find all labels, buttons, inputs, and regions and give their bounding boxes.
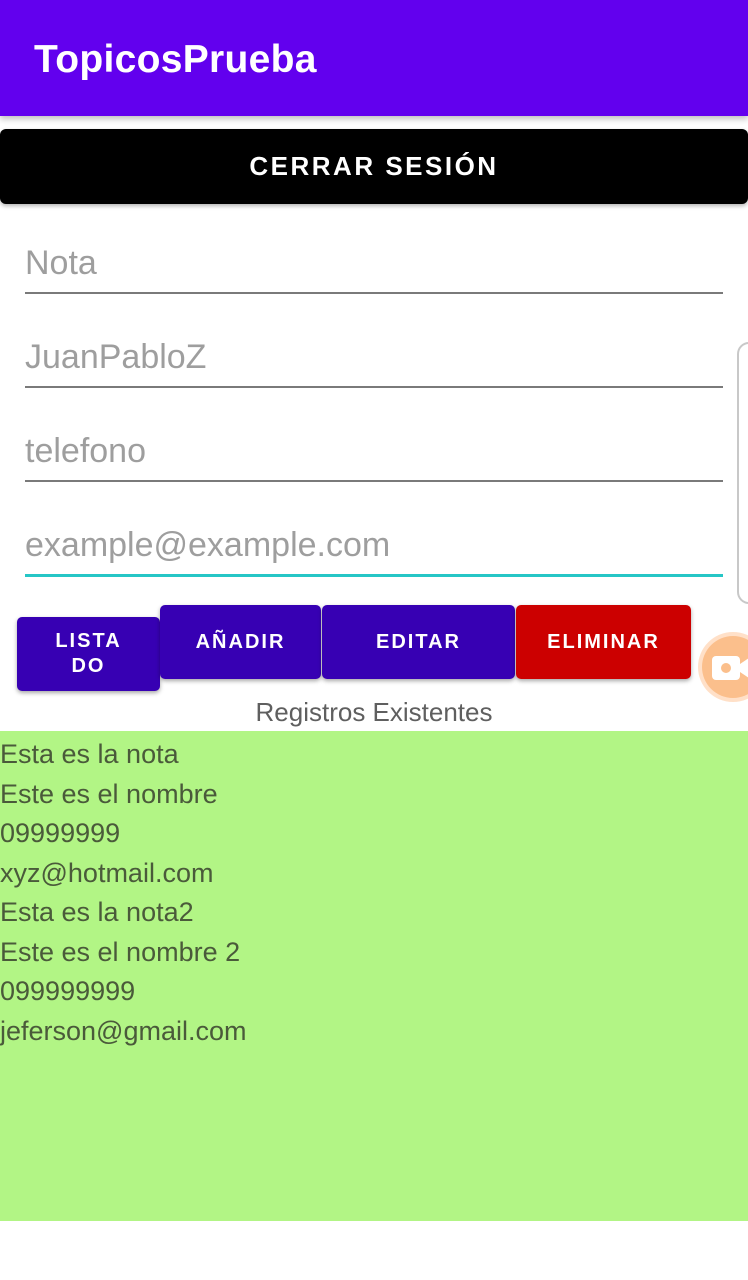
- app-screen: TopicosPrueba CERRAR SESIÓN LISTA DO AÑA…: [0, 0, 748, 1280]
- record-line: Esta es la nota2: [0, 897, 194, 927]
- nombre-input[interactable]: [25, 328, 723, 388]
- video-camera-icon: [712, 656, 748, 680]
- record-line: jeferson@gmail.com: [0, 1015, 247, 1046]
- record-line: Este es el nombre: [0, 778, 218, 809]
- delete-button[interactable]: ELIMINAR: [516, 605, 691, 679]
- logout-button[interactable]: CERRAR SESIÓN: [0, 129, 748, 204]
- record-line: xyz@hotmail.com: [0, 857, 214, 888]
- record-line: 09999999: [0, 818, 121, 848]
- record-line: Esta es la nota: [0, 739, 179, 769]
- listado-button[interactable]: LISTA DO: [17, 617, 160, 691]
- floating-record-button[interactable]: [698, 632, 748, 702]
- records-list: Esta es la nota Este es el nombre 099999…: [0, 731, 748, 1221]
- records-heading: Registros Existentes: [255, 697, 493, 727]
- app-bar: TopicosPrueba: [0, 0, 748, 116]
- email-input[interactable]: [25, 517, 723, 577]
- record-line: Este es el nombre 2: [0, 936, 241, 967]
- telefono-input[interactable]: [25, 422, 723, 482]
- edit-button[interactable]: EDITAR: [322, 605, 515, 679]
- record-line: 099999999: [0, 976, 136, 1006]
- nota-input[interactable]: [25, 234, 723, 294]
- app-title: TopicosPrueba: [34, 38, 317, 81]
- fab-inner: [702, 636, 748, 698]
- add-button[interactable]: AÑADIR: [160, 605, 321, 679]
- side-panel-handle[interactable]: [737, 342, 748, 604]
